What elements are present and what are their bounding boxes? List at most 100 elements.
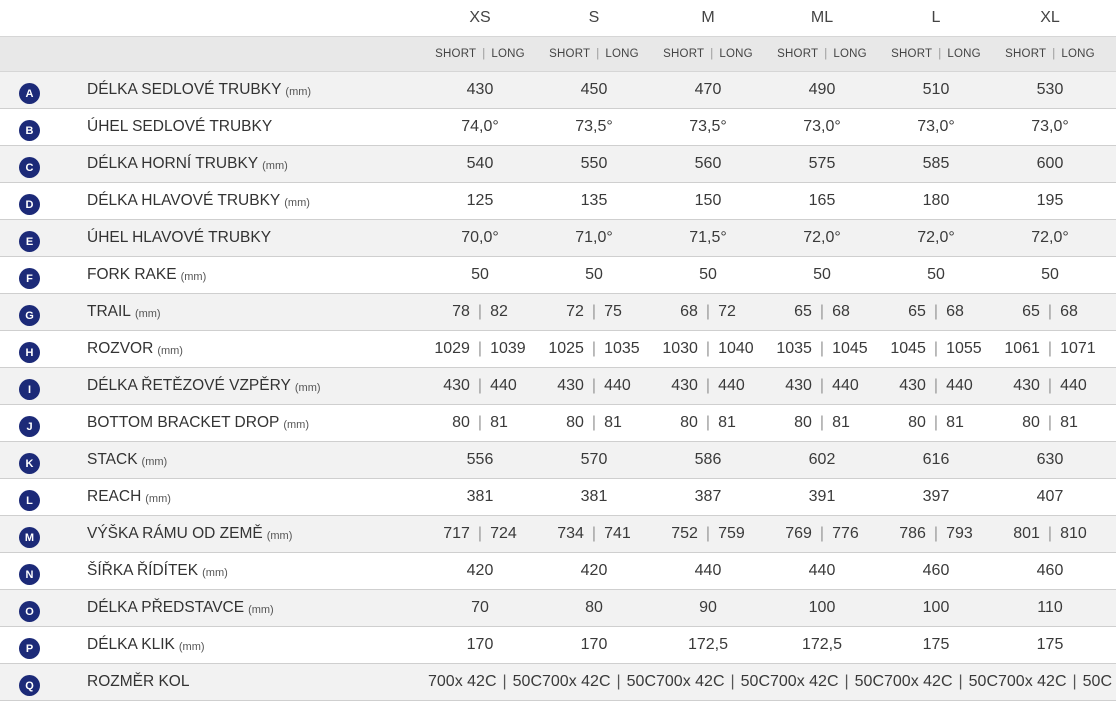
wheel-size-value: 50C700x 42C [854,673,953,690]
row-letter-badge: M [19,527,40,548]
wheel-size-value: 700x 42C [428,673,497,690]
table-row: J BOTTOM BRACKET DROP (mm) 80 | 81 80 | 81 80 | 81 8… [0,405,1116,442]
short-value: 1061 [1004,340,1040,357]
value-cell: 135 [580,192,608,209]
split-value-cell: 65 | 68 [879,294,993,330]
value-separator: | [819,303,825,320]
wheel-separator: | [616,673,621,690]
short-value: 801 [1013,525,1040,542]
long-value: 440 [832,377,859,394]
row-label-text: ROZVOR [87,340,154,357]
sub-header-long: LONG [947,48,981,60]
row-label-text: ROZMĚR KOL [87,673,190,690]
split-value-cell: 80 | 81 [423,405,537,441]
value-cell: 90 [699,599,717,616]
row-label: DÉLKA SEDLOVÉ TRUBKY (mm) [87,72,311,108]
value-cell: 397 [922,488,950,505]
value-cell: 71,0° [575,229,613,246]
short-value: 65 [908,303,926,320]
short-long-header-5: SHORT | LONG [993,37,1107,71]
row-label: DÉLKA KLIK (mm) [87,627,205,663]
sub-header-long: LONG [833,48,867,60]
row-label-text: REACH [87,488,142,505]
value-separator: | [591,414,597,431]
row-label: BOTTOM BRACKET DROP (mm) [87,405,309,441]
row-unit: (mm) [283,418,309,431]
row-label-text: STACK [87,451,138,468]
row-unit: (mm) [248,603,274,616]
sub-header-short: SHORT [549,48,591,60]
long-value: 1040 [718,340,754,357]
table-row: D DÉLKA HLAVOVÉ TRUBKY (mm) 125 135 150 165 180… [0,183,1116,220]
table-row: L REACH (mm) 381 381 387 391 397 407 [0,479,1116,516]
split-value-cell: 430 | 440 [993,368,1107,404]
row-unit: (mm) [145,492,171,505]
value-cell: 450 [580,81,608,98]
row-label: TRAIL (mm) [87,294,161,330]
value-cell: 50 [471,266,489,283]
row-label-text: DÉLKA HLAVOVÉ TRUBKY [87,192,281,209]
value-cell: 490 [808,81,836,98]
value-cell: 381 [466,488,494,505]
value-cell: 175 [922,636,950,653]
short-value: 80 [452,414,470,431]
table-row: M VÝŠKA RÁMU OD ZEMĚ (mm) 717 | 724 734 | 741 752… [0,516,1116,553]
value-cell: 110 [1037,599,1063,616]
split-value-cell: 430 | 440 [651,368,765,404]
long-value: 75 [604,303,622,320]
row-unit: (mm) [157,344,183,357]
value-cell: 560 [694,155,722,172]
wheel-separator: | [958,673,963,690]
split-value-cell: 1025 | 1035 [537,331,651,367]
value-cell: 170 [466,636,494,653]
row-letter-badge: J [19,416,40,437]
row-label-text: ÚHEL HLAVOVÉ TRUBKY [87,229,272,246]
split-value-cell: 1045 | 1055 [879,331,993,367]
long-value: 68 [946,303,964,320]
value-cell: 73,5° [575,118,613,135]
row-label: ROZVOR (mm) [87,331,183,367]
wheel-size-values: 700x 42C | 50C700x 42C | 50C700x 42C | 50C700x… [428,664,1112,700]
short-value: 430 [899,377,926,394]
row-label-text: ÚHEL SEDLOVÉ TRUBKY [87,118,273,135]
value-cell: 440 [808,562,836,579]
split-value-cell: 65 | 68 [993,294,1107,330]
short-value: 80 [1022,414,1040,431]
table-row: Q ROZMĚR KOL 700x 42C | 50C700x 42C | 50C700x … [0,664,1116,701]
long-value: 776 [832,525,859,542]
row-letter-badge: G [19,305,40,326]
value-cell: 387 [694,488,722,505]
row-label: DÉLKA PŘEDSTAVCE (mm) [87,590,274,626]
row-unit: (mm) [141,455,168,468]
wheel-size-value: 50C [1082,673,1113,690]
value-cell: 391 [808,488,836,505]
split-value-cell: 769 | 776 [765,516,879,552]
value-cell: 172,5 [687,636,729,653]
value-cell: 575 [808,155,836,172]
value-cell: 440 [694,562,722,579]
long-value: 81 [604,414,622,431]
short-value: 430 [1013,377,1040,394]
value-cell: 630 [1036,451,1064,468]
long-value: 1045 [832,340,868,357]
row-unit: (mm) [178,640,205,653]
short-value: 72 [566,303,584,320]
row-letter-badge: O [19,601,40,622]
row-unit: (mm) [285,85,312,98]
short-value: 769 [785,525,812,542]
row-label-text: DÉLKA KLIK [87,636,175,653]
value-cell: 50 [813,266,831,283]
sub-header-long: LONG [605,48,639,60]
value-cell: 602 [808,451,836,468]
value-separator: | [933,303,939,320]
table-row: H ROZVOR (mm) 1029 | 1039 1025 | 1035 1030 | 1040 10… [0,331,1116,368]
row-letter-badge: C [19,157,40,178]
table-row: E ÚHEL HLAVOVÉ TRUBKY 70,0° 71,0° 71,5° 72,0°… [0,220,1116,257]
value-cell: 540 [466,155,494,172]
split-value-cell: 430 | 440 [423,368,537,404]
long-value: 1055 [946,340,982,357]
split-value-cell: 72 | 75 [537,294,651,330]
value-cell: 100 [922,599,950,616]
long-value: 81 [718,414,736,431]
value-cell: 70,0° [461,229,499,246]
